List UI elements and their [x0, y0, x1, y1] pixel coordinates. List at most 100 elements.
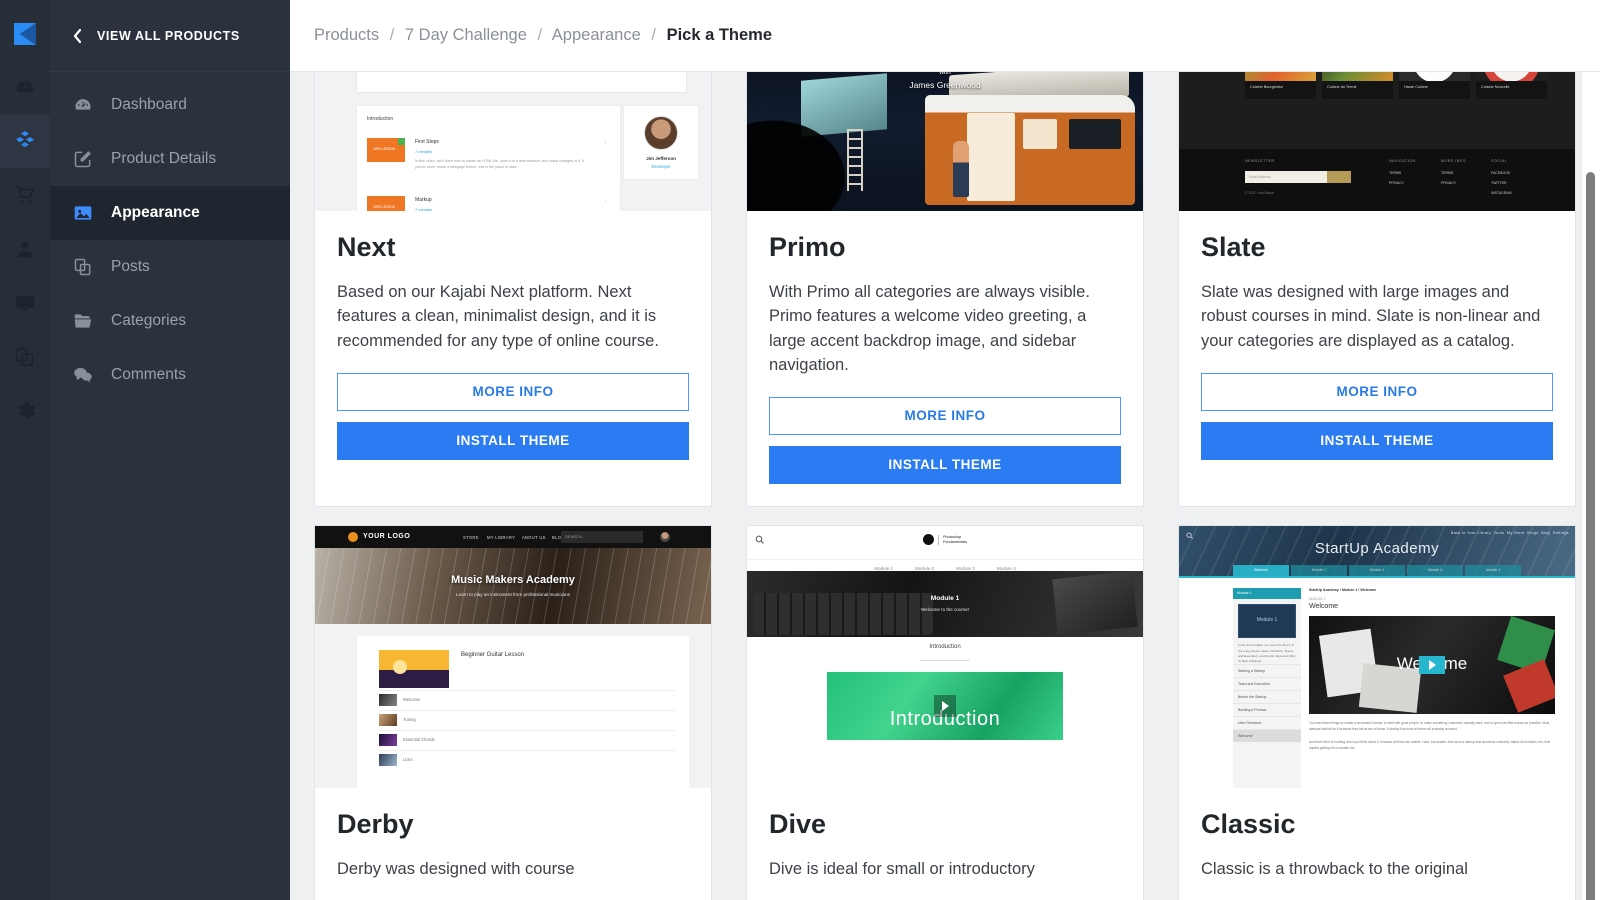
classic-side-item[interactable]: Before the Startup: [1233, 690, 1301, 703]
lesson-duration: 7 minutes: [415, 149, 433, 154]
theme-card-primo: Adventure Photography with James Greenwo…: [746, 72, 1144, 508]
lesson-body: In this video, we'll learn how to create…: [415, 159, 585, 169]
classic-side-item[interactable]: User Research: [1233, 716, 1301, 729]
sidebar-item-posts[interactable]: Posts: [50, 240, 290, 294]
rail-item-marketing[interactable]: [0, 330, 50, 384]
classic-tab[interactable]: Welcome: [1233, 565, 1289, 577]
lesson-duration: 7 minutes: [415, 207, 433, 211]
play-icon[interactable]: [1419, 656, 1445, 675]
dive-section-label: Introduction: [929, 644, 961, 651]
classic-tab[interactable]: Module 3: [1407, 565, 1463, 577]
sidebar-item-label: Appearance: [111, 204, 200, 221]
section-label: Introduction: [367, 116, 394, 122]
more-info-button[interactable]: MORE INFO: [1201, 372, 1553, 411]
scrollbar-track[interactable]: [1581, 72, 1600, 900]
sidebar-item-label: Posts: [111, 258, 150, 275]
newsletter-placeholder: Email Address: [1249, 175, 1271, 179]
install-theme-button[interactable]: INSTALL THEME: [337, 421, 689, 460]
breadcrumb-item-appearance[interactable]: Appearance: [552, 26, 641, 44]
theme-thumbnail-next[interactable]: 1 / 4 Lessons Complete Introduction VIEW…: [315, 72, 711, 211]
rail-item-dashboard[interactable]: [0, 60, 50, 114]
lesson-badge: VIEW LESSON: [373, 147, 395, 151]
derby-nav-link[interactable]: STORE: [463, 535, 479, 540]
derby-hero-title: Music Makers Academy: [451, 574, 575, 587]
more-info-button[interactable]: MORE INFO: [769, 397, 1121, 436]
rail-item-products[interactable]: [0, 114, 50, 168]
derby-course-title: Beginner Guitar Lesson: [461, 652, 525, 659]
avatar: [644, 116, 678, 150]
rail-item-settings[interactable]: [0, 384, 50, 438]
theme-card-dive: Photoshop Fundamentals Module 1 Module 2…: [746, 525, 1144, 900]
play-icon[interactable]: [934, 695, 956, 718]
slate-social-link[interactable]: INSTAGRAM: [1491, 191, 1512, 195]
scrollbar-thumb[interactable]: [1586, 172, 1595, 900]
classic-tab[interactable]: Module 2: [1349, 565, 1405, 577]
breadcrumb-separator: /: [537, 26, 543, 44]
theme-thumbnail-derby[interactable]: YOUR LOGO STORE MY LIBRARY ABOUT US BLOG…: [315, 526, 711, 789]
derby-search-input[interactable]: SEARCH...: [561, 531, 643, 544]
breadcrumb-item-products[interactable]: Products: [314, 26, 379, 44]
rail-item-people[interactable]: [0, 222, 50, 276]
newsletter-input[interactable]: Email Address: [1245, 171, 1327, 183]
derby-lesson[interactable]: Tuning: [403, 717, 416, 722]
slate-tile-label: Haute Cuisine: [1404, 85, 1428, 89]
sidebar-item-dashboard[interactable]: Dashboard: [50, 78, 290, 132]
slate-nav-link[interactable]: TERMS: [1389, 171, 1401, 175]
theme-grid: 1 / 4 Lessons Complete Introduction VIEW…: [314, 72, 1576, 900]
slate-info-link[interactable]: TERMS: [1441, 171, 1453, 175]
slate-footer-heading: NAVIGATION: [1389, 159, 1416, 163]
classic-tab[interactable]: Module 1: [1291, 565, 1347, 577]
classic-side-item[interactable]: Team and Execution: [1233, 677, 1301, 690]
slate-nav-link[interactable]: PRIVACY: [1389, 181, 1404, 185]
classic-video[interactable]: Welcome: [1309, 616, 1555, 715]
derby-lesson[interactable]: Licks: [403, 757, 413, 762]
search-icon: [755, 535, 764, 546]
theme-thumbnail-slate[interactable]: Cuisine Bourgeoise Cuisine du Terroir Ha…: [1179, 72, 1575, 211]
derby-nav-link[interactable]: ABOUT US: [522, 535, 546, 540]
rail-item-website[interactable]: [0, 276, 50, 330]
derby-lesson[interactable]: Welcome: [403, 697, 420, 702]
breadcrumb-item-challenge[interactable]: 7 Day Challenge: [405, 26, 527, 44]
gauge-icon: [72, 95, 94, 115]
classic-side-item[interactable]: Starting a Startup: [1233, 664, 1301, 677]
theme-title: Primo: [769, 232, 846, 262]
more-info-button[interactable]: MORE INFO: [337, 372, 689, 411]
theme-thumbnail-classic[interactable]: Back to Your Library Tools My Store Blog…: [1179, 526, 1575, 789]
slate-social-link[interactable]: FACEBOOK: [1491, 171, 1510, 175]
dive-video[interactable]: Introduction: [827, 672, 1063, 741]
classic-tab[interactable]: Module 4: [1465, 565, 1521, 577]
theme-thumbnail-primo[interactable]: Adventure Photography with James Greenwo…: [747, 72, 1143, 211]
sidebar-item-comments[interactable]: Comments: [50, 348, 290, 402]
rail-item-sales[interactable]: [0, 168, 50, 222]
theme-title: Dive: [769, 809, 827, 840]
slate-tile-label: Cuisine Nouvelle: [1481, 85, 1510, 89]
derby-lesson[interactable]: Essential Chords: [403, 737, 435, 742]
install-theme-button[interactable]: INSTALL THEME: [769, 446, 1121, 485]
install-theme-button[interactable]: INSTALL THEME: [1201, 421, 1553, 460]
theme-thumbnail-dive[interactable]: Photoshop Fundamentals Module 1 Module 2…: [747, 526, 1143, 789]
newsletter-join-button[interactable]: [1327, 171, 1351, 183]
sidebar-item-appearance[interactable]: Appearance: [50, 186, 290, 240]
comments-icon: [72, 365, 94, 385]
sidebar-item-label: Dashboard: [111, 96, 187, 113]
theme-title: Next: [337, 232, 396, 262]
classic-top-nav[interactable]: Back to Your Library Tools My Store Blog…: [1451, 531, 1569, 535]
derby-nav-link[interactable]: MY LIBRARY: [487, 535, 515, 540]
chevron-right-icon: ›: [604, 140, 606, 146]
sidebar-item-product-details[interactable]: Product Details: [50, 132, 290, 186]
sidebar-item-categories[interactable]: Categories: [50, 294, 290, 348]
slate-social-link[interactable]: TWITTER: [1491, 181, 1507, 185]
kajabi-logo-icon[interactable]: [0, 8, 50, 60]
classic-side-item[interactable]: Welcome: [1233, 729, 1301, 743]
theme-card-derby: YOUR LOGO STORE MY LIBRARY ABOUT US BLOG…: [314, 525, 712, 900]
slate-info-link[interactable]: PRIVACY: [1441, 181, 1456, 185]
classic-side-item[interactable]: Building a Product: [1233, 703, 1301, 716]
pages-icon: [14, 346, 36, 368]
pencil-square-icon: [72, 149, 94, 169]
theme-card-body: Dive Dive is ideal for small or introduc…: [747, 788, 1143, 900]
view-all-products-button[interactable]: VIEW ALL PRODUCTS: [50, 0, 290, 72]
classic-module-tag: MODULE 1: [1309, 597, 1326, 602]
theme-grid-scroll-area[interactable]: 1 / 4 Lessons Complete Introduction VIEW…: [290, 72, 1600, 900]
classic-tab-label: Module 2: [1370, 568, 1384, 573]
slate-tile-label: Cuisine Bourgeoise: [1250, 85, 1283, 89]
